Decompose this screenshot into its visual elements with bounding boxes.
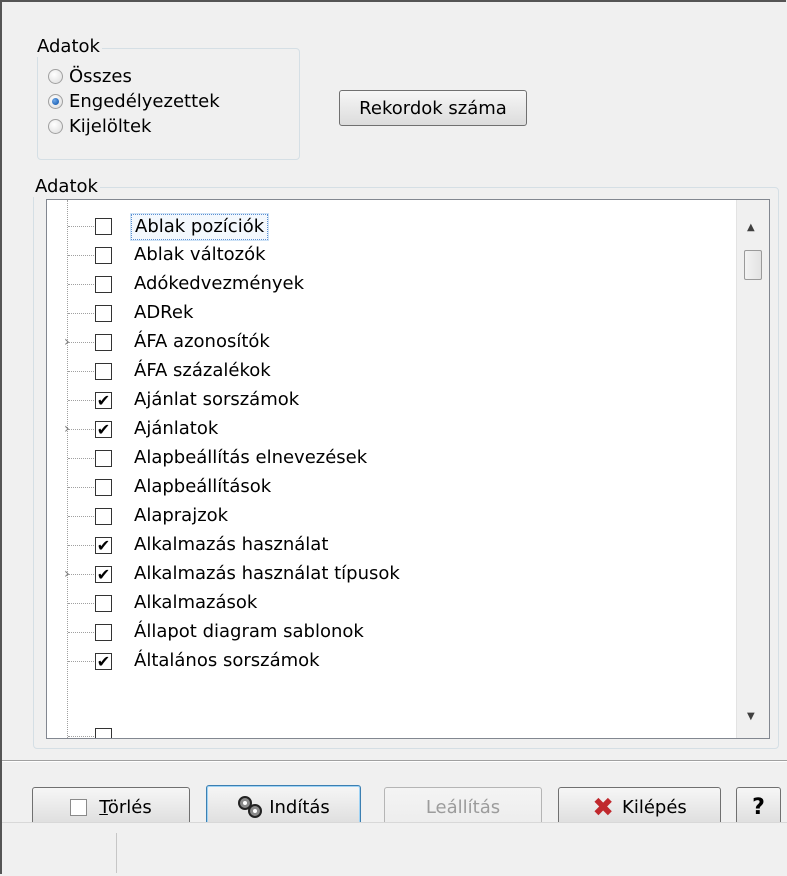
tree-item-checkbox[interactable]: ✔	[95, 653, 112, 670]
tree-item[interactable]: Alapbeállítások	[47, 473, 727, 502]
exit-x-icon: ✖	[592, 792, 615, 823]
tree-item-label: Általános sorszámok	[134, 650, 320, 671]
start-label: Indítás	[269, 796, 330, 818]
tree-item[interactable]: Alaprajzok	[47, 502, 727, 531]
scroll-up-icon[interactable]: ▲	[747, 222, 755, 233]
tree-item[interactable]: ADRek	[47, 299, 727, 328]
radio-circle-icon[interactable]	[48, 118, 63, 134]
expand-chevron-icon[interactable]: ›	[64, 334, 70, 350]
tree-item-checkbox[interactable]	[95, 334, 112, 351]
tree-item[interactable]: ✔ Általános sorszámok	[47, 647, 727, 676]
separator	[2, 760, 787, 762]
tree-item-checkbox[interactable]: ✔	[95, 537, 112, 554]
exit-label: Kilépés	[622, 797, 687, 818]
stop-label: Leállítás	[425, 797, 501, 818]
tree-item-checkbox	[95, 728, 112, 738]
delete-label: Törlés	[99, 797, 152, 818]
tree-item-label: ÁFA azonosítók	[134, 331, 270, 352]
data-group-legend: Adatok	[33, 176, 100, 197]
tree-item-label: Adókedvezmények	[134, 273, 305, 294]
tree-item-label: Állapot diagram sablonok	[134, 621, 364, 642]
radio-circle-icon[interactable]	[48, 93, 63, 109]
record-count-label: Rekordok száma	[359, 97, 507, 119]
filter-radio-1[interactable]: Engedélyezettek	[48, 89, 220, 113]
start-gears-icon	[238, 796, 263, 818]
delete-checkbox-icon	[70, 799, 88, 816]
tree-item-checkbox[interactable]	[95, 247, 112, 264]
radio-label: Engedélyezettek	[69, 90, 220, 112]
tree-item-label: Alapbeállítások	[134, 476, 272, 497]
expand-chevron-icon[interactable]: ›	[64, 421, 70, 437]
tree-item[interactable]: ✔ Ajánlat sorszámok	[47, 386, 727, 415]
tree-item[interactable]: › ✔ Alkalmazás használat típusok	[47, 560, 727, 589]
expand-chevron-icon[interactable]: ›	[64, 566, 70, 582]
help-label: ?	[752, 795, 765, 820]
filter-radio-2[interactable]: Kijelöltek	[48, 114, 151, 138]
tree-item-partial	[47, 722, 727, 738]
radio-label: Összes	[69, 65, 132, 87]
tree-item-checkbox[interactable]	[95, 305, 112, 322]
tree-item[interactable]: › ÁFA azonosítók	[47, 328, 727, 357]
data-tree[interactable]: Ablak pozíciók Ablak változók Adókedvezmén…	[46, 199, 770, 739]
tree-item-checkbox[interactable]: ✔	[95, 566, 112, 583]
tree-item-checkbox[interactable]	[95, 479, 112, 496]
tree-item-checkbox[interactable]	[95, 595, 112, 612]
tree-item[interactable]: › ✔ Ajánlatok	[47, 415, 727, 444]
tree-item[interactable]: ÁFA százalékok	[47, 357, 727, 386]
tree-item-label: Ablak változók	[134, 244, 266, 265]
tree-item[interactable]: Alkalmazások	[47, 589, 727, 618]
tree-item-label: Alaprajzok	[134, 505, 229, 526]
tree-item-label: Ablak pozíciók	[129, 213, 270, 241]
tree-item-checkbox[interactable]	[95, 218, 112, 235]
tree-item[interactable]: Ablak pozíciók	[47, 212, 727, 241]
filter-radio-0[interactable]: Összes	[48, 64, 132, 88]
tree-item-label: Alkalmazások	[134, 592, 258, 613]
tree-scrollbar[interactable]: ▲ ▼	[736, 200, 769, 738]
tree-item[interactable]: Alapbeállítás elnevezések	[47, 444, 727, 473]
scroll-thumb[interactable]	[744, 250, 762, 280]
radio-circle-icon[interactable]	[48, 68, 63, 84]
tree-item-label: ÁFA százalékok	[134, 360, 271, 381]
tree-item-checkbox[interactable]	[95, 508, 112, 525]
radio-label: Kijelöltek	[69, 115, 152, 137]
status-bar	[2, 822, 787, 876]
tree-item-checkbox[interactable]	[95, 276, 112, 293]
filter-group-legend: Adatok	[35, 36, 102, 57]
tree-item[interactable]: Ablak változók	[47, 241, 727, 270]
status-divider	[116, 833, 117, 873]
tree-item-label: Ajánlat sorszámok	[134, 389, 300, 410]
record-count-button[interactable]: Rekordok száma	[339, 90, 527, 126]
tree-item-checkbox[interactable]: ✔	[95, 392, 112, 409]
tree-item-checkbox[interactable]: ✔	[95, 421, 112, 438]
tree-item-label: Alkalmazás használat	[134, 534, 329, 555]
tree-item-checkbox[interactable]	[95, 450, 112, 467]
tree-item-label: Alkalmazás használat típusok	[134, 563, 400, 584]
tree-item-checkbox[interactable]	[95, 624, 112, 641]
tree-item[interactable]: ✔ Alkalmazás használat	[47, 531, 727, 560]
tree-item-label: Ajánlatok	[134, 418, 219, 439]
scroll-down-icon[interactable]: ▼	[747, 711, 755, 722]
tree-item-checkbox[interactable]	[95, 363, 112, 380]
tree-item-label: ADRek	[134, 302, 194, 323]
tree-item[interactable]: Állapot diagram sablonok	[47, 618, 727, 647]
tree-item[interactable]: Adókedvezmények	[47, 270, 727, 299]
tree-item-label: Alapbeállítás elnevezések	[134, 447, 368, 468]
